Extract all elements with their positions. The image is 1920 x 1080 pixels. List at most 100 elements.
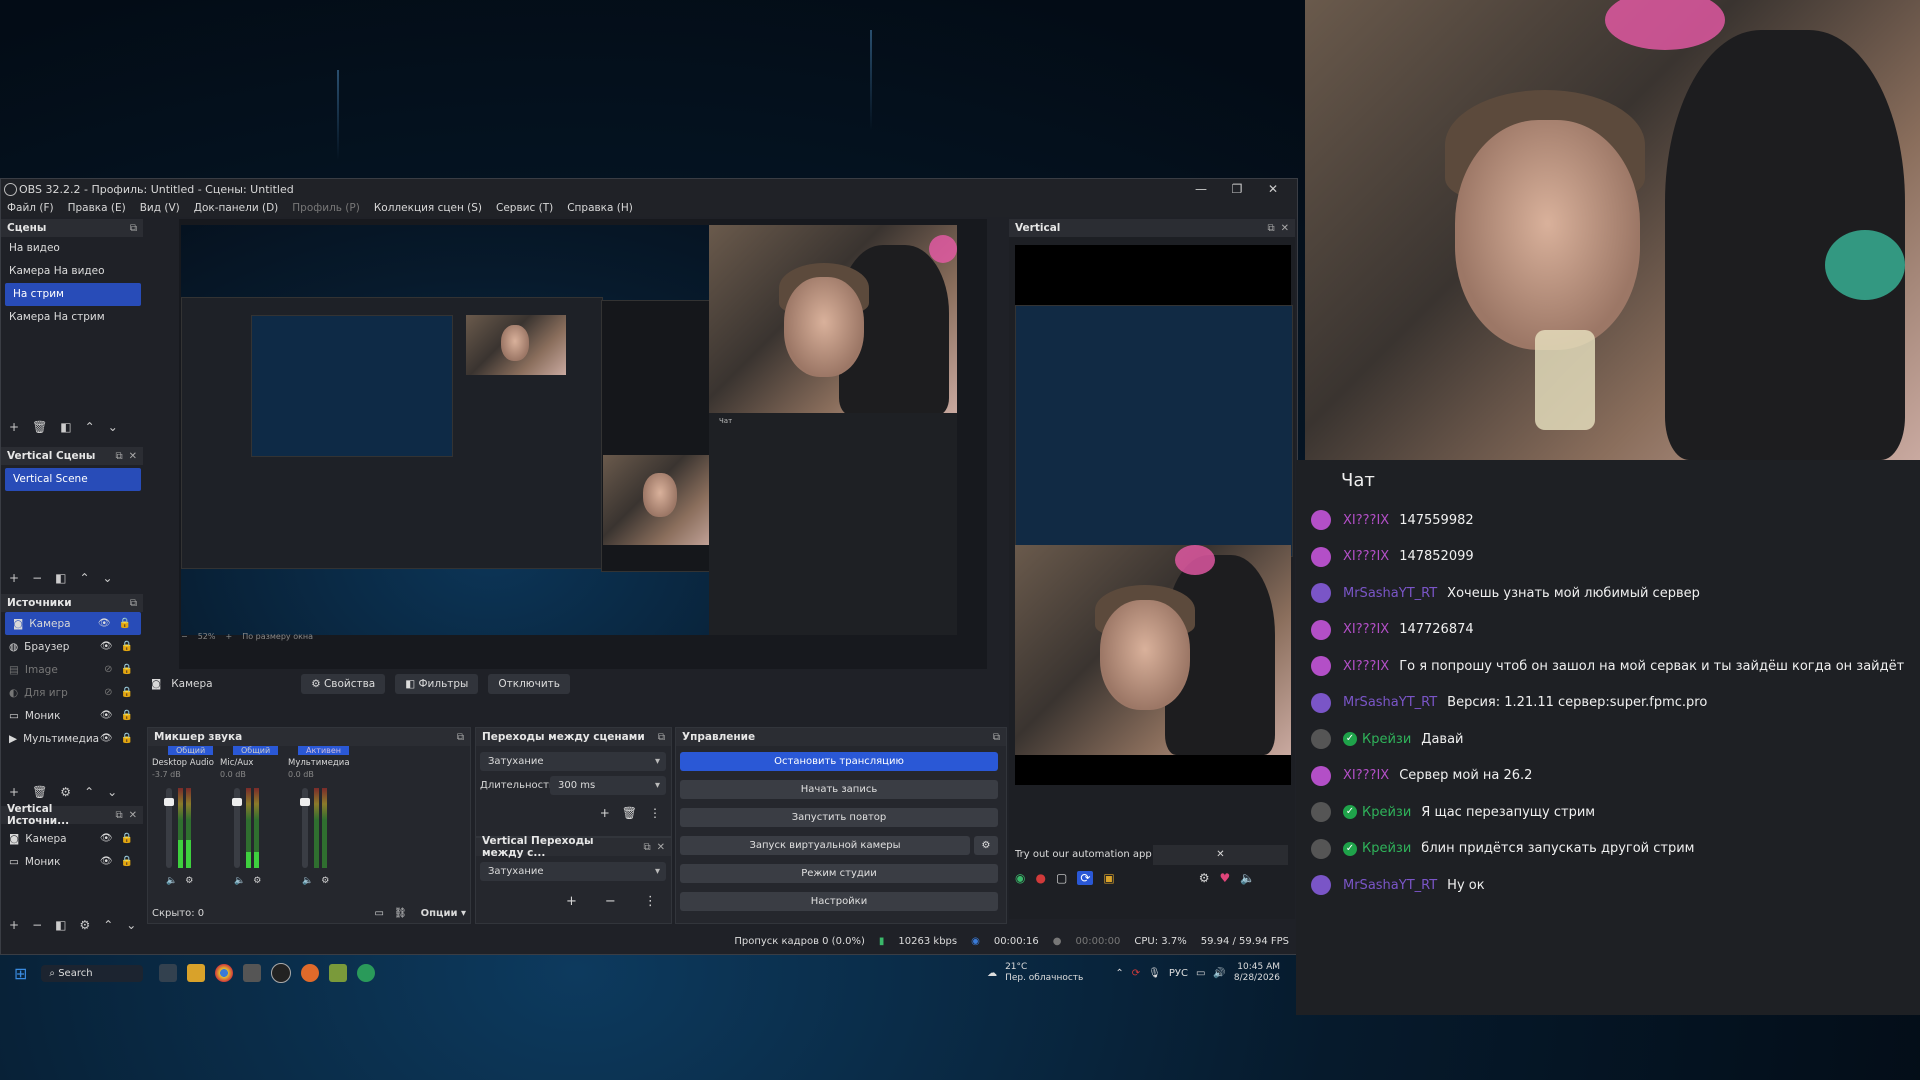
replay-icon[interactable]: ⟳ [1077, 871, 1094, 885]
dock-float-icon[interactable]: ⧉ [130, 223, 137, 234]
source-item[interactable]: ◙ Камера 👁 🔒 [5, 612, 141, 635]
fit-select[interactable]: По размеру окна [242, 632, 313, 641]
program-preview[interactable]: Чат −52% + По размеру окна [179, 219, 987, 669]
add-icon[interactable]: + [9, 571, 19, 585]
mixer-tab[interactable]: Активен [298, 746, 350, 755]
vertical-preview[interactable] [1015, 305, 1293, 785]
virtualcam-icon[interactable]: ▣ [1103, 871, 1114, 885]
chat-username[interactable]: XI???IX [1343, 768, 1389, 783]
gear-icon[interactable]: ⚙ [253, 876, 261, 886]
channel-name[interactable]: Мультимедиа [288, 758, 354, 768]
duration-input[interactable]: 300 ms [550, 776, 666, 795]
automation-banner[interactable]: Try out our automation app [1015, 845, 1152, 865]
zoom-in-icon[interactable]: + [225, 632, 232, 641]
filter-icon[interactable]: ◧ [60, 420, 71, 434]
stop-stream-button[interactable]: Остановить трансляцию [680, 752, 998, 771]
heart-icon[interactable]: ♥ [1219, 871, 1230, 885]
eye-icon[interactable]: 👁 [100, 641, 113, 652]
gear-icon[interactable]: ⚙ [79, 918, 90, 932]
eye-off-icon[interactable]: ⊘ [104, 664, 112, 675]
eye-off-icon[interactable]: ⊘ [104, 687, 112, 698]
chat-username[interactable]: XI???IX [1343, 549, 1389, 564]
add-icon[interactable]: + [566, 894, 577, 909]
dock-float-icon[interactable]: ⧉ [130, 598, 137, 609]
vsource-item[interactable]: ▭ Моник 👁 🔒 [1, 850, 143, 873]
chat-username[interactable]: Крейзи [1362, 732, 1411, 747]
speaker-icon[interactable]: 🔈 [166, 876, 177, 886]
language-indicator[interactable]: РУС [1169, 968, 1188, 979]
dock-float-icon[interactable]: ⧉ [115, 810, 122, 821]
stream-icon[interactable]: ◉ [1015, 871, 1025, 885]
lock-icon[interactable]: 🔒 [121, 687, 133, 698]
vscene-item-selected[interactable]: Vertical Scene [5, 468, 141, 491]
studio-mode-button[interactable]: Режим студии [680, 864, 998, 883]
remove-icon[interactable]: − [32, 918, 42, 932]
chat-username[interactable]: XI???IX [1343, 659, 1389, 674]
down-icon[interactable]: ⌄ [108, 420, 118, 434]
mixer-tab[interactable]: Общий [233, 746, 279, 755]
gear-icon[interactable]: ⚙ [1199, 871, 1210, 885]
trash-icon[interactable]: 🗑 [32, 785, 47, 799]
chat-username[interactable]: XI???IX [1343, 622, 1389, 637]
menu-scene-collection[interactable]: Коллекция сцен (S) [374, 202, 482, 214]
start-recording-button[interactable]: Начать запись [680, 780, 998, 799]
menu-view[interactable]: Вид (V) [140, 202, 180, 214]
remove-icon[interactable]: − [32, 571, 42, 585]
record-icon[interactable]: ● [1035, 871, 1045, 885]
add-icon[interactable]: + [9, 918, 19, 932]
chat-username[interactable]: XI???IX [1343, 513, 1389, 528]
lock-icon[interactable]: 🔒 [121, 664, 133, 675]
source-item[interactable]: ▭ Моник 👁 🔒 [1, 704, 143, 727]
dock-float-icon[interactable]: ⧉ [1267, 223, 1274, 234]
up-icon[interactable]: ⌃ [84, 785, 94, 799]
chat-username[interactable]: MrSashaYT_RT [1343, 878, 1437, 893]
dock-close-icon[interactable]: ✕ [1281, 223, 1289, 234]
chat-username[interactable]: MrSashaYT_RT [1343, 586, 1437, 601]
scene-item[interactable]: Камера На видео [1, 260, 143, 283]
dock-close-icon[interactable]: ✕ [129, 810, 137, 821]
source-item[interactable]: ▤ Image ⊘ 🔒 [1, 658, 143, 681]
vsource-item[interactable]: ◙ Камера 👁 🔒 [1, 827, 143, 850]
chat-username[interactable]: MrSashaYT_RT [1343, 695, 1437, 710]
file-explorer-icon[interactable] [186, 964, 205, 982]
volume-slider[interactable] [300, 788, 310, 868]
square-icon[interactable]: ▢ [1056, 871, 1067, 885]
eye-icon[interactable]: 👁 [100, 856, 113, 867]
minecraft-icon[interactable] [328, 964, 347, 982]
source-item[interactable]: ◐ Для игр ⊘ 🔒 [1, 681, 143, 704]
menu-help[interactable]: Справка (H) [567, 202, 633, 214]
scene-item[interactable]: На видео [1, 237, 143, 260]
lock-icon[interactable]: 🔒 [121, 710, 133, 721]
chrome-icon[interactable] [214, 964, 233, 982]
speaker-icon[interactable]: 🔈 [1240, 871, 1255, 885]
up-icon[interactable]: ⌃ [85, 420, 95, 434]
speaker-icon[interactable]: 🔈 [302, 876, 313, 886]
app-icon[interactable] [356, 964, 375, 982]
gear-icon[interactable]: ⚙ [185, 876, 193, 886]
more-icon[interactable]: ⋮ [649, 806, 661, 820]
channel-name[interactable]: Desktop Audio [152, 758, 218, 768]
menu-edit[interactable]: Правка (E) [68, 202, 126, 214]
remove-icon[interactable]: − [605, 894, 616, 909]
task-view-icon[interactable] [158, 964, 177, 982]
gear-icon[interactable]: ⚙ [321, 876, 329, 886]
filter-icon[interactable]: ◧ [55, 918, 66, 932]
network-icon[interactable]: ▭ [1196, 968, 1205, 979]
trash-icon[interactable]: 🗑 [32, 420, 47, 434]
lock-icon[interactable]: 🔒 [121, 856, 133, 867]
lock-icon[interactable]: 🔒 [121, 733, 133, 744]
up-icon[interactable]: ⌃ [79, 571, 89, 585]
mic-icon[interactable]: 🎙 [1148, 968, 1161, 979]
volume-icon[interactable]: 🔊 [1213, 968, 1225, 979]
close-icon[interactable]: ✕ [1255, 179, 1291, 199]
store-icon[interactable] [242, 964, 261, 982]
zoom-out-icon[interactable]: − [181, 632, 188, 641]
weather[interactable]: 21°C Пер. облачность [1005, 962, 1083, 984]
mixer-tab[interactable]: Общий [168, 746, 214, 755]
channel-name[interactable]: Mic/Aux [220, 758, 286, 768]
dock-float-icon[interactable]: ⧉ [457, 732, 464, 743]
virtualcam-settings-icon[interactable]: ⚙ [974, 836, 998, 855]
dock-float-icon[interactable]: ⧉ [993, 732, 1000, 743]
transition-select[interactable]: Затухание [480, 752, 666, 771]
options-button[interactable]: Опции ▾ [421, 908, 466, 919]
